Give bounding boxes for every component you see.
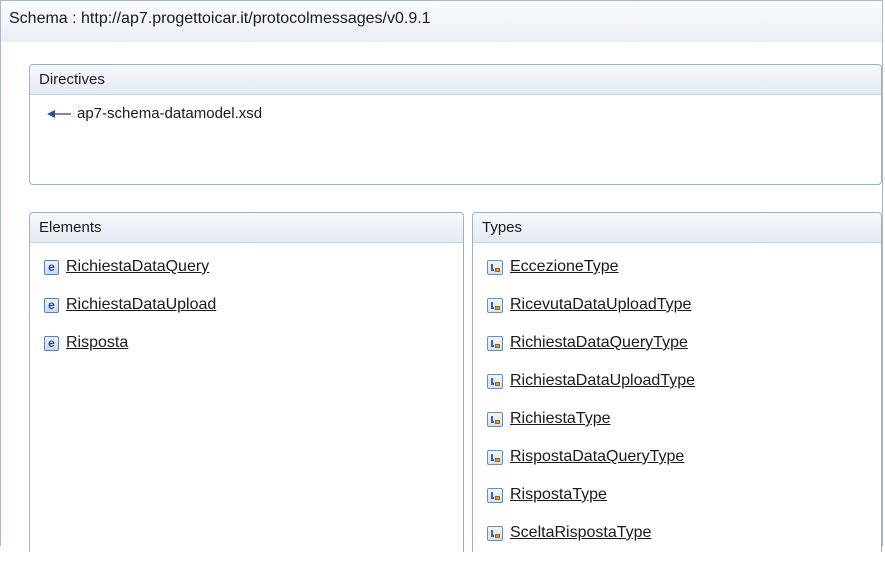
- type-item[interactable]: RichiestaType: [487, 409, 695, 429]
- element-link[interactable]: RichiestaDataQuery: [66, 258, 209, 276]
- element-item[interactable]: e RichiestaDataQuery: [44, 257, 216, 277]
- type-link[interactable]: RichiestaType: [510, 410, 611, 428]
- element-icon: e: [44, 297, 59, 313]
- complex-type-icon: [487, 525, 503, 541]
- directives-header: Directives: [30, 65, 881, 95]
- type-item[interactable]: RichiestaDataUploadType: [487, 371, 695, 391]
- directive-item[interactable]: ap7-schema-datamodel.xsd: [47, 105, 262, 122]
- element-item[interactable]: e Risposta: [44, 333, 216, 353]
- schema-title: Schema : http://ap7.progettoicar.it/prot…: [0, 0, 883, 42]
- type-item[interactable]: SceltaRispostaType: [487, 523, 695, 543]
- complex-type-icon: [487, 487, 503, 503]
- elements-panel: Elements e RichiestaDataQuery e Richiest…: [29, 212, 464, 552]
- types-list: EccezioneType RicevutaDataUploadType Ric…: [487, 257, 695, 561]
- directives-panel: Directives ap7-schema-datamodel.xsd: [29, 64, 882, 185]
- complex-type-icon: [487, 297, 503, 313]
- type-link[interactable]: RispostaDataQueryType: [510, 448, 684, 466]
- type-link[interactable]: SceltaRispostaType: [510, 524, 651, 542]
- type-link[interactable]: RichiestaDataQueryType: [510, 334, 688, 352]
- types-panel: Types EccezioneType RicevutaDataUploadTy…: [472, 212, 882, 552]
- type-link[interactable]: RispostaType: [510, 486, 607, 504]
- type-link[interactable]: RicevutaDataUploadType: [510, 296, 691, 314]
- type-item[interactable]: RichiestaDataQueryType: [487, 333, 695, 353]
- import-arrow-icon: [47, 109, 73, 119]
- complex-type-icon: [487, 335, 503, 351]
- type-item[interactable]: RicevutaDataUploadType: [487, 295, 695, 315]
- complex-type-icon: [487, 373, 503, 389]
- types-header: Types: [473, 213, 881, 243]
- element-link[interactable]: RichiestaDataUpload: [66, 296, 216, 314]
- elements-header: Elements: [30, 213, 463, 243]
- schema-overview: Directives ap7-schema-datamodel.xsd Elem…: [0, 42, 883, 552]
- type-item[interactable]: RispostaDataQueryType: [487, 447, 695, 467]
- type-item[interactable]: RispostaType: [487, 485, 695, 505]
- type-link[interactable]: EccezioneType: [510, 258, 619, 276]
- element-icon: e: [44, 259, 59, 275]
- element-link[interactable]: Risposta: [66, 334, 128, 352]
- element-icon: e: [44, 335, 59, 351]
- complex-type-icon: [487, 259, 503, 275]
- type-item[interactable]: EccezioneType: [487, 257, 695, 277]
- complex-type-icon: [487, 449, 503, 465]
- type-link[interactable]: RichiestaDataUploadType: [510, 372, 695, 390]
- directive-label: ap7-schema-datamodel.xsd: [77, 105, 263, 122]
- complex-type-icon: [487, 411, 503, 427]
- element-item[interactable]: e RichiestaDataUpload: [44, 295, 216, 315]
- elements-list: e RichiestaDataQuery e RichiestaDataUplo…: [44, 257, 216, 371]
